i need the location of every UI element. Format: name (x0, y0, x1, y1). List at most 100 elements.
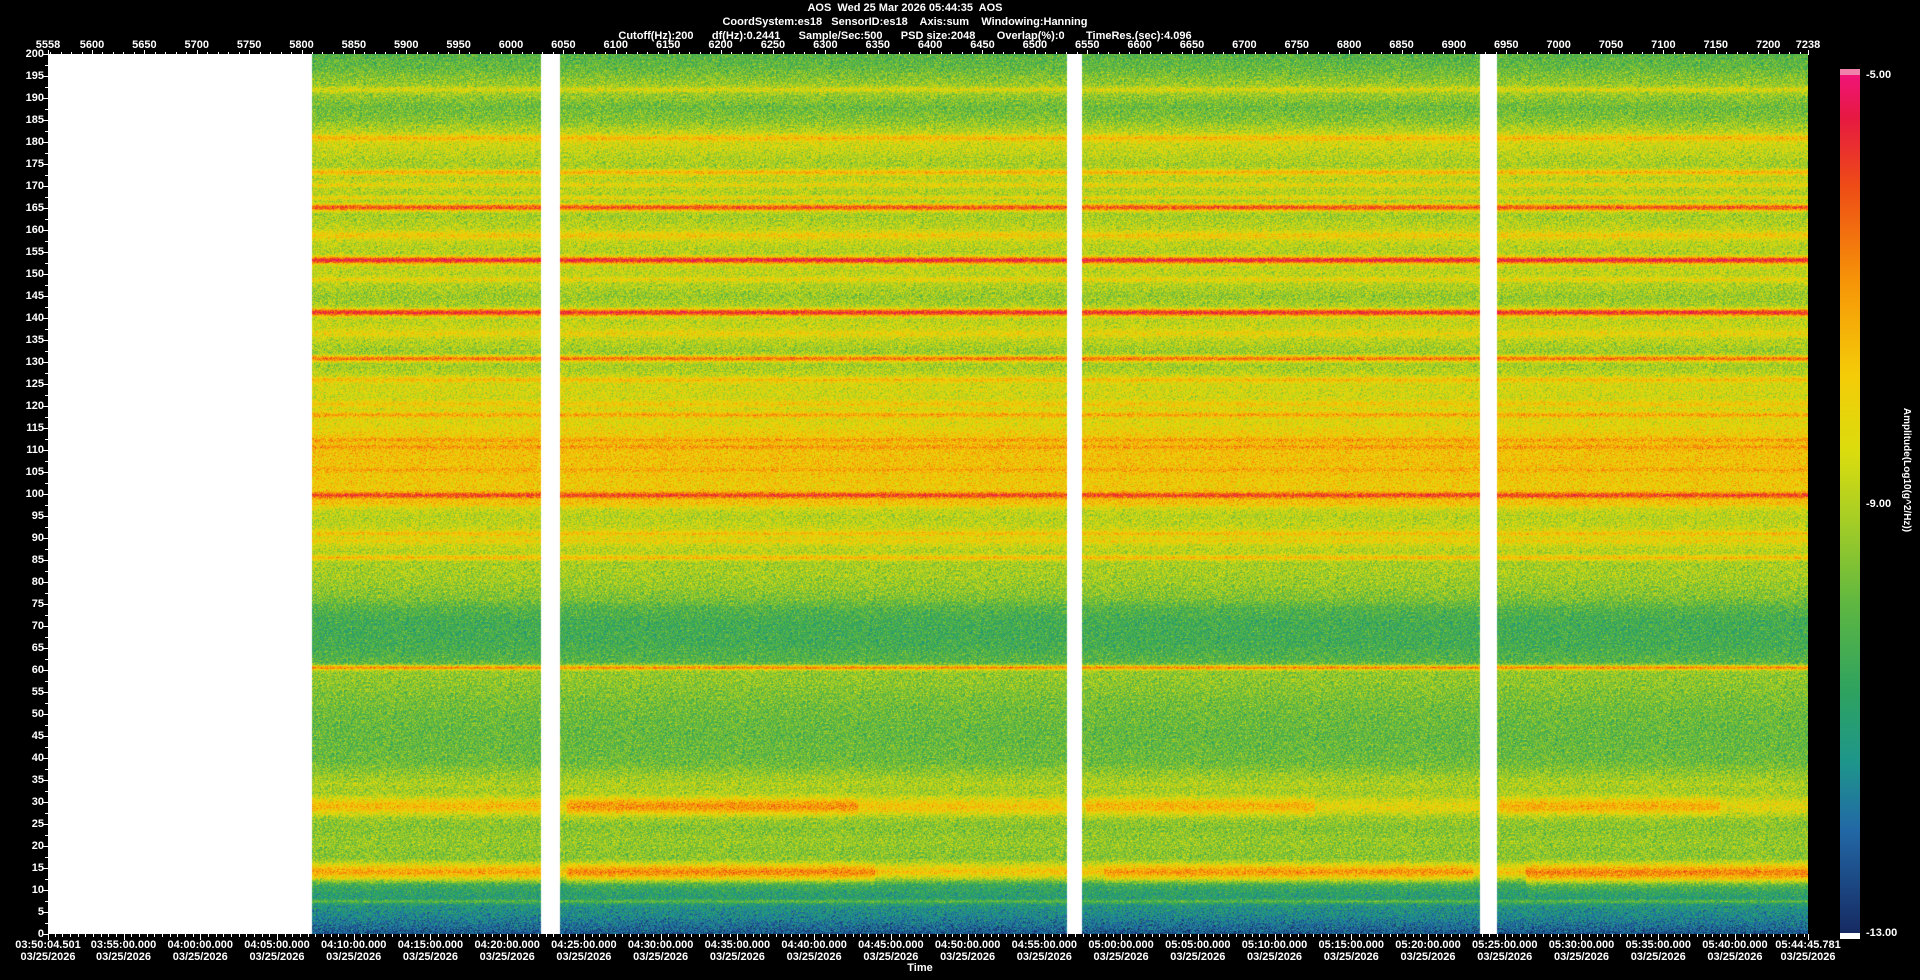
time-axis-minor-tick (913, 934, 915, 937)
time-axis-minor-tick (760, 934, 762, 937)
time-axis-minor-tick (1803, 934, 1805, 937)
time-axis-minor-tick (376, 934, 378, 937)
time-axis-minor-tick (238, 934, 240, 937)
time-axis-minor-tick (745, 934, 747, 937)
time-axis-major-tick (737, 934, 739, 940)
time-axis-minor-tick (323, 934, 325, 937)
time-axis-minor-tick (1665, 934, 1667, 937)
time-axis-tick-label: 05:35:00.000 (1625, 939, 1691, 951)
time-axis-minor-tick (1036, 934, 1038, 937)
time-axis-major-tick (1427, 934, 1429, 940)
time-axis-minor-tick (752, 934, 754, 937)
frequency-axis-tick-label: 15 (31, 862, 44, 874)
time-axis-minor-tick (783, 934, 785, 937)
time-axis-date-label: 03/25/2026 (1553, 951, 1610, 963)
frequency-axis-tick-label: 150 (25, 268, 44, 280)
time-axis-minor-tick (1266, 934, 1268, 937)
time-axis-minor-tick (1796, 934, 1798, 937)
time-axis-minor-tick (300, 934, 302, 937)
time-axis-minor-tick (929, 934, 931, 937)
time-axis-tick-label: 04:15:00.000 (397, 939, 464, 951)
time-axis-tick-label: 03:50:04.501 (15, 939, 81, 951)
time-axis-minor-tick (1021, 934, 1023, 937)
time-axis-major-tick (1197, 934, 1199, 940)
time-axis-minor-tick (453, 934, 455, 937)
time-axis-minor-tick (1151, 934, 1153, 937)
time-axis-tick-label: 04:20:00.000 (474, 939, 540, 951)
time-axis-minor-tick (184, 934, 186, 937)
frequency-axis-tick-label: 5 (37, 906, 44, 918)
frequency-axis-tick-label: 40 (31, 752, 44, 764)
time-axis-minor-tick (952, 934, 954, 937)
time-axis-tick-label: 04:40:00.000 (781, 939, 847, 951)
time-axis-minor-tick (653, 934, 654, 937)
time-axis-tick-label: 05:00:00.000 (1088, 939, 1154, 951)
time-axis-minor-tick (1282, 934, 1284, 937)
time-axis-date-label: 03/25/2026 (249, 951, 305, 963)
time-axis-date-label: 03/25/2026 (709, 951, 765, 963)
spectrogram-canvas[interactable] (48, 54, 1808, 934)
time-axis-major-tick (123, 934, 125, 940)
frequency-axis-tick-label: 95 (31, 510, 44, 522)
time-axis-minor-tick (622, 934, 624, 937)
time-axis-major-tick (967, 934, 969, 940)
time-axis-date-label: 03/25/2026 (95, 951, 152, 963)
time-axis-minor-tick (1451, 934, 1452, 937)
time-axis-date-label: 03/25/2026 (326, 951, 382, 963)
time-axis-minor-tick (1573, 934, 1575, 937)
colorbar-title: Amplitude(Log10(g^2/Hz)) (1901, 407, 1912, 533)
time-axis-minor-tick (369, 934, 371, 937)
time-axis-minor-tick (1343, 934, 1345, 937)
time-axis-minor-tick (806, 934, 808, 937)
time-axis-minor-tick (346, 934, 348, 937)
time-axis-minor-tick (1788, 934, 1790, 937)
time-axis-minor-tick (1098, 934, 1100, 937)
time-axis-minor-tick (1005, 934, 1007, 937)
time-axis-minor-tick (990, 934, 992, 937)
frequency-axis-tick-label: 50 (31, 708, 44, 720)
time-axis-minor-tick (284, 934, 286, 937)
time-axis-minor-tick (1328, 934, 1330, 937)
time-axis-minor-tick (315, 934, 317, 937)
time-axis-tick-label: 04:05:00.000 (244, 939, 310, 951)
time-axis-minor-tick (108, 934, 110, 937)
frequency-axis-tick-label: 180 (25, 136, 44, 148)
time-axis-minor-tick (921, 934, 923, 937)
time-axis-minor-tick (399, 934, 401, 937)
time-axis-minor-tick (292, 934, 294, 937)
time-axis-minor-tick (1251, 934, 1253, 937)
time-axis-minor-tick (115, 934, 117, 937)
time-axis-minor-tick (1765, 934, 1767, 937)
frequency-axis-tick-label: 45 (31, 730, 44, 742)
time-axis-minor-tick (1389, 934, 1391, 937)
time-axis-minor-tick (614, 934, 616, 937)
colorbar-gradient (1840, 75, 1860, 933)
time-axis-minor-tick (722, 934, 724, 937)
time-axis-minor-tick (1128, 934, 1130, 937)
time-axis-minor-tick (1711, 934, 1713, 937)
time-axis-minor-tick (1481, 934, 1483, 937)
time-axis-date-label: 03/25/2026 (1016, 951, 1072, 963)
time-axis-tick-label: 03:55:00.000 (90, 939, 157, 951)
time-axis-minor-tick (1558, 934, 1560, 937)
time-axis-minor-tick (1635, 934, 1637, 937)
time-axis-date-label: 03/25/2026 (1323, 951, 1379, 963)
time-axis-major-tick (660, 934, 662, 940)
time-axis-minor-tick (1458, 934, 1460, 937)
time-axis-minor-tick (637, 934, 639, 937)
frequency-axis-tick-label: 200 (25, 48, 44, 60)
time-axis-minor-tick (936, 934, 938, 937)
frequency-axis-tick-label: 80 (31, 576, 44, 588)
time-axis-minor-tick (131, 934, 133, 937)
time-axis-minor-tick (599, 934, 601, 937)
time-axis-minor-tick (476, 934, 478, 937)
time-axis-minor-tick (1650, 934, 1652, 937)
time-axis-minor-tick (676, 934, 678, 937)
time-axis-minor-tick (1404, 934, 1406, 937)
time-axis-date-label: 03/25/2026 (1170, 951, 1226, 963)
time-axis-minor-tick (1082, 934, 1084, 937)
time-axis-date-label: 03/25/2026 (172, 951, 228, 963)
time-axis-minor-tick (138, 934, 140, 937)
frequency-axis-tick-label: 115 (26, 422, 44, 434)
frequency-axis-tick-label: 175 (25, 158, 44, 170)
